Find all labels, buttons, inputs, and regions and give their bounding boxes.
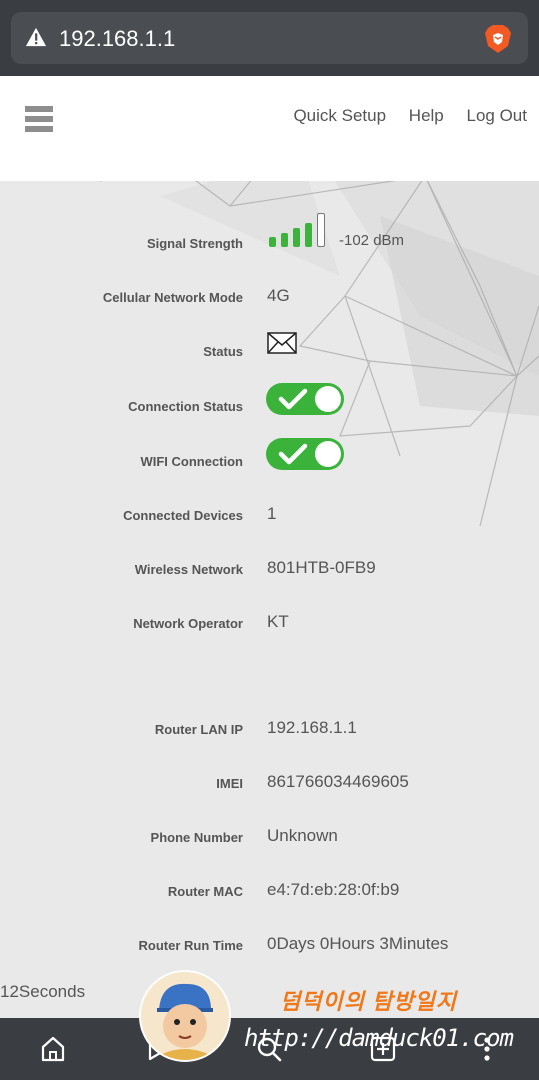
check-icon [278,443,308,465]
connected-devices-value: 1 [267,504,277,523]
phone-number-label: Phone Number [150,830,243,845]
warning-triangle-icon[interactable] [25,26,47,48]
router-run-time-label: Router Run Time [138,938,244,953]
help-link[interactable]: Help [409,106,444,125]
router-header: Quick Setup Help Log Out [0,76,539,181]
connection-status-label: Connection Status [128,399,243,414]
watermark-url: http://damduck01.com [244,1024,514,1052]
router-mac-value: e4:7d:eb:28:0f:b9 [267,880,400,899]
cartoon-face-icon [141,972,229,1060]
router-mac-label: Router MAC [167,884,243,899]
toggle-knob [315,386,341,412]
connected-devices-label: Connected Devices [123,508,243,523]
network-operator-label: Network Operator [133,616,243,631]
connection-status-row: Connection Status [0,383,539,425]
router-lan-ip-label: Router LAN IP [154,722,243,737]
url-text[interactable]: 192.168.1.1 [59,26,175,52]
home-icon[interactable] [38,1034,68,1064]
imei-label: IMEI [216,776,243,791]
wifi-connection-toggle[interactable] [266,438,344,470]
browser-toolbar: 192.168.1.1 [0,0,539,76]
check-icon [278,388,308,410]
phone-number-row: Phone Number Unknown [0,816,539,856]
signal-strength-row: Signal Strength -102 dBm [0,213,539,262]
status-label: Status [203,344,243,359]
envelope-icon[interactable] [267,332,297,354]
header-links: Quick Setup Help Log Out [275,106,527,126]
imei-value: 861766034469605 [267,772,409,791]
router-lan-ip-value: 192.168.1.1 [267,718,357,737]
address-bar[interactable]: 192.168.1.1 [11,12,528,64]
router-mac-row: Router MAC e4:7d:eb:28:0f:b9 [0,870,539,910]
signal-strength-value: -102 dBm [339,232,405,249]
brave-lion-icon[interactable] [484,24,512,54]
imei-row: IMEI 861766034469605 [0,762,539,802]
network-operator-row: Network Operator KT [0,602,539,642]
router-run-time-row: Router Run Time 0Days 0Hours 3Minutes [0,924,539,964]
quick-setup-link[interactable]: Quick Setup [293,106,386,125]
wifi-connection-row: WIFI Connection [0,438,539,480]
network-mode-label: Cellular Network Mode [102,290,243,305]
watermark-korean: 덤덕이의 탐방일지 [280,989,458,1014]
status-row: Status [0,330,539,370]
watermark-avatar [139,970,231,1062]
wifi-connection-label: WIFI Connection [140,454,243,469]
connected-devices-row: Connected Devices 1 [0,494,539,534]
network-operator-value: KT [267,612,289,631]
wireless-network-value: 801HTB-0FB9 [267,558,376,577]
hamburger-menu-icon[interactable] [25,106,53,138]
phone-number-value: Unknown [267,826,338,845]
network-mode-row: Cellular Network Mode 4G [0,276,539,316]
router-run-time-value: 0Days 0Hours 3Minutes [267,934,449,953]
router-lan-ip-row: Router LAN IP 192.168.1.1 [0,708,539,748]
wireless-network-label: Wireless Network [134,562,243,577]
toggle-knob [315,441,341,467]
log-out-link[interactable]: Log Out [467,106,528,125]
signal-strength-label: Signal Strength [146,236,243,251]
router-run-time-seconds: 12Seconds [0,982,86,1001]
connection-status-toggle[interactable] [266,383,344,415]
network-mode-value: 4G [267,286,290,305]
wireless-network-row: Wireless Network 801HTB-0FB9 [0,548,539,588]
